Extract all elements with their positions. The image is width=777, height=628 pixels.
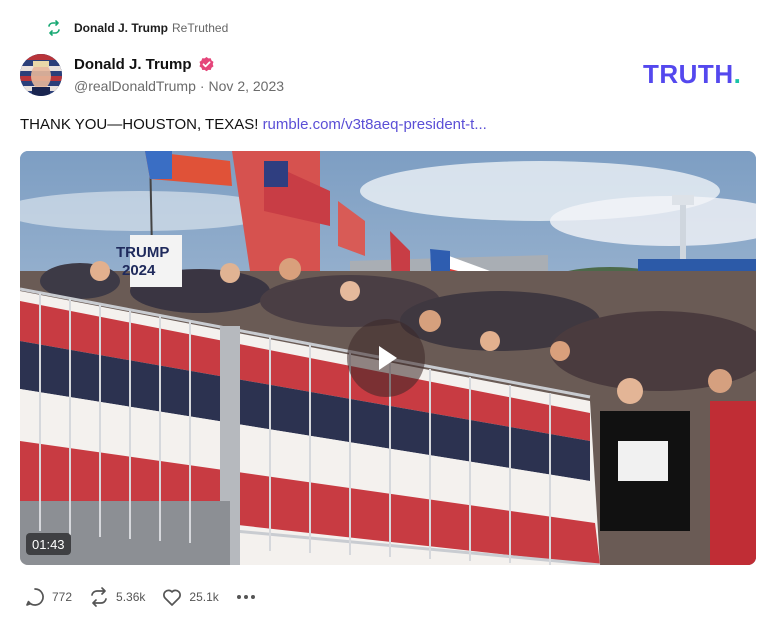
trump-sign: TRUMP 2024: [116, 244, 169, 279]
reply-icon: [26, 588, 44, 606]
reply-count: 772: [52, 590, 73, 604]
reply-button[interactable]: 772: [24, 586, 72, 608]
author-name-row: Donald J. Trump: [74, 54, 215, 74]
retruth-banner: Donald J. Trump ReTruthed: [46, 18, 228, 38]
post-text: THANK YOU—HOUSTON, TEXAS!: [20, 116, 259, 133]
sign-line1: TRUMP: [116, 244, 169, 261]
post-actions: 772 5.36k 25.1k: [24, 584, 255, 610]
meta-separator: ·: [199, 78, 205, 94]
logo-text: TRUTH.: [643, 60, 741, 88]
retruth-label: ReTruthed: [172, 21, 229, 35]
post-link[interactable]: rumble.com/v3t8aeq-president-t...: [263, 116, 487, 133]
video-duration: 01:43: [26, 533, 71, 555]
retruth-icon: [48, 20, 60, 36]
sign-line2: 2024: [122, 262, 156, 279]
like-button[interactable]: 25.1k: [161, 586, 219, 608]
author-meta: @realDonaldTrump · Nov 2, 2023: [74, 78, 284, 94]
retruth-author-name[interactable]: Donald J. Trump: [74, 21, 168, 35]
retruth-action-icon: [91, 587, 107, 607]
more-dot-icon: [236, 595, 241, 599]
heart-icon: [163, 589, 182, 606]
author-handle[interactable]: @realDonaldTrump: [74, 78, 196, 94]
like-count: 25.1k: [189, 590, 219, 604]
post-body: THANK YOU—HOUSTON, TEXAS! rumble.com/v3t…: [20, 116, 487, 133]
verified-badge-icon: [199, 56, 214, 71]
play-icon: [379, 346, 397, 370]
play-button[interactable]: [347, 319, 425, 397]
retruth-button[interactable]: 5.36k: [88, 586, 145, 608]
video-player[interactable]: TRUMP 2024 01:43: [20, 151, 756, 565]
author-name[interactable]: Donald J. Trump: [74, 56, 192, 73]
post-date[interactable]: Nov 2, 2023: [209, 78, 285, 94]
avatar[interactable]: [20, 54, 62, 96]
more-dot-icon: [250, 595, 255, 599]
retruth-count: 5.36k: [116, 590, 146, 604]
more-dot-icon: [243, 595, 248, 599]
more-options-button[interactable]: [236, 595, 255, 599]
truth-social-logo: TRUTH.: [643, 60, 741, 88]
